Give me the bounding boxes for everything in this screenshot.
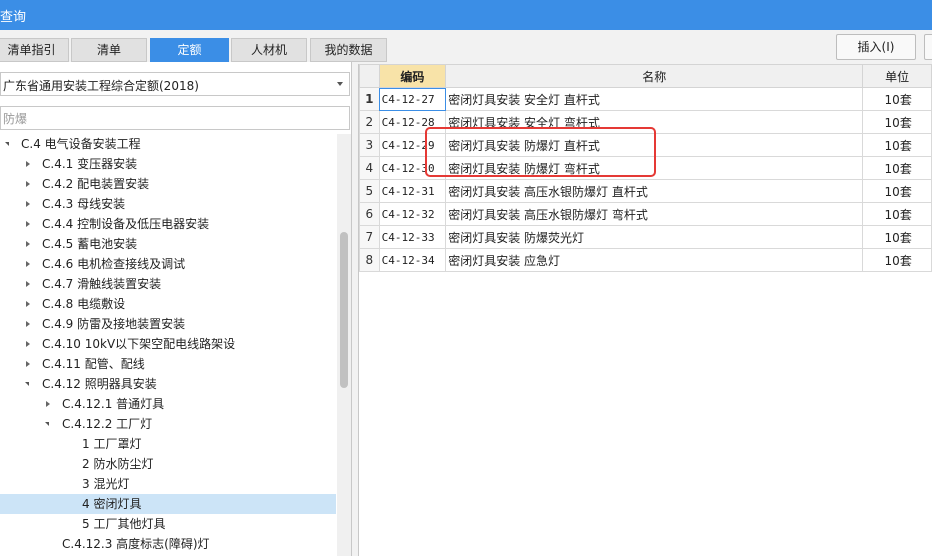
expand-icon[interactable] <box>26 201 30 207</box>
tree-node[interactable]: C.4.3 母线安装 <box>0 194 336 214</box>
table-row[interactable]: 7 C4-12-33 密闭灯具安装 防爆荧光灯 10套 <box>359 225 932 249</box>
unit-cell[interactable]: 10套 <box>862 87 932 111</box>
tab-bill[interactable]: 清单 <box>71 38 147 62</box>
unit-cell[interactable]: 10套 <box>862 156 932 180</box>
name-cell[interactable]: 密闭灯具安装 应急灯 <box>445 248 864 272</box>
collapse-icon[interactable] <box>5 142 9 146</box>
left-panel: 广东省通用安装工程综合定额(2018) C.4 电气设备安装工程 C.4.1 变… <box>0 62 352 556</box>
tree-node[interactable]: C.4.1 变压器安装 <box>0 154 336 174</box>
code-cell[interactable]: C4-12-34 <box>378 248 447 272</box>
tab-bill-guide[interactable]: 清单指引 <box>0 38 69 62</box>
quota-library-value: 广东省通用安装工程综合定额(2018) <box>3 79 199 93</box>
row-number: 7 <box>359 225 380 249</box>
tree-node[interactable]: C.4 电气设备安装工程 <box>0 134 336 154</box>
expand-icon[interactable] <box>26 321 30 327</box>
row-number: 8 <box>359 248 380 272</box>
tree-node[interactable]: C.4.8 电缆敷设 <box>0 294 336 314</box>
unit-cell[interactable]: 10套 <box>862 110 932 134</box>
unit-column-header[interactable]: 单位 <box>862 64 932 88</box>
tree-node-selected[interactable]: 4 密闭灯具 <box>0 494 336 514</box>
name-cell[interactable]: 密闭灯具安装 高压水银防爆灯 弯杆式 <box>445 202 864 226</box>
tree-node[interactable]: C.4.12.1 普通灯具 <box>0 394 336 414</box>
expand-icon[interactable] <box>26 281 30 287</box>
expand-icon[interactable] <box>26 221 30 227</box>
unit-cell[interactable]: 10套 <box>862 133 932 157</box>
chapter-tree: C.4 电气设备安装工程 C.4.1 变压器安装 C.4.2 配电装置安装 C.… <box>0 134 336 556</box>
tree-node[interactable]: 2 防水防尘灯 <box>0 454 336 474</box>
expand-icon[interactable] <box>26 241 30 247</box>
tab-quota[interactable]: 定额 <box>150 38 229 62</box>
quota-library-select[interactable]: 广东省通用安装工程综合定额(2018) <box>0 72 350 96</box>
unit-cell[interactable]: 10套 <box>862 179 932 203</box>
toolbar-extra-button[interactable] <box>924 34 932 60</box>
tab-labor-material-machine[interactable]: 人材机 <box>231 38 307 62</box>
tree-node[interactable]: C.4.12.2 工厂灯 <box>0 414 336 434</box>
unit-cell[interactable]: 10套 <box>862 225 932 249</box>
table-row[interactable]: 8 C4-12-34 密闭灯具安装 应急灯 10套 <box>359 248 932 272</box>
title-bar: 查询 <box>0 0 932 30</box>
tree-node[interactable]: C.4.6 电机检查接线及调试 <box>0 254 336 274</box>
tree-node[interactable]: C.4.2 配电装置安装 <box>0 174 336 194</box>
expand-icon[interactable] <box>26 301 30 307</box>
row-number: 5 <box>359 179 380 203</box>
table-header-row: 编码 名称 单位 <box>359 64 932 88</box>
window-title: 查询 <box>0 10 27 25</box>
insert-button[interactable]: 插入(I) <box>836 34 916 60</box>
row-number: 1 <box>359 87 380 111</box>
row-number-header <box>359 64 380 88</box>
chevron-down-icon <box>337 82 343 86</box>
search-input[interactable] <box>0 106 350 130</box>
code-cell[interactable]: C4-12-31 <box>378 179 447 203</box>
name-cell[interactable]: 密闭灯具安装 高压水银防爆灯 直杆式 <box>445 179 864 203</box>
row-number: 4 <box>359 156 380 180</box>
table-row[interactable]: 6 C4-12-32 密闭灯具安装 高压水银防爆灯 弯杆式 10套 <box>359 202 932 226</box>
tree-node[interactable]: C.4.10 10kV以下架空配电线路架设 <box>0 334 336 354</box>
tree-node[interactable]: C.4.12.3 高度标志(障碍)灯 <box>0 534 336 554</box>
tree-node[interactable]: C.4.5 蓄电池安装 <box>0 234 336 254</box>
tree-node[interactable]: C.4.4 控制设备及低压电器安装 <box>0 214 336 234</box>
code-cell[interactable]: C4-12-27 <box>378 87 447 111</box>
name-cell[interactable]: 密闭灯具安装 安全灯 直杆式 <box>445 87 864 111</box>
expand-icon[interactable] <box>26 261 30 267</box>
name-column-header[interactable]: 名称 <box>445 64 864 88</box>
expand-icon[interactable] <box>26 341 30 347</box>
collapse-icon[interactable] <box>25 382 29 386</box>
row-number: 2 <box>359 110 380 134</box>
unit-cell[interactable]: 10套 <box>862 248 932 272</box>
tree-node[interactable]: C.4.11 配管、配线 <box>0 354 336 374</box>
table-row[interactable]: 1 C4-12-27 密闭灯具安装 安全灯 直杆式 10套 <box>359 87 932 111</box>
collapse-icon[interactable] <box>45 422 49 426</box>
tree-node[interactable]: C.4.7 滑触线装置安装 <box>0 274 336 294</box>
row-number: 6 <box>359 202 380 226</box>
expand-icon[interactable] <box>26 161 30 167</box>
annotation-highlight-box <box>425 127 656 177</box>
row-number: 3 <box>359 133 380 157</box>
tree-node[interactable]: 5 工厂其他灯具 <box>0 514 336 534</box>
tree-node[interactable]: C.4.12 照明器具安装 <box>0 374 336 394</box>
tree-node[interactable]: 3 混光灯 <box>0 474 336 494</box>
scrollbar-thumb[interactable] <box>340 232 348 388</box>
unit-cell[interactable]: 10套 <box>862 202 932 226</box>
tab-my-data[interactable]: 我的数据 <box>310 38 387 62</box>
tree-node[interactable]: C.4.9 防雷及接地装置安装 <box>0 314 336 334</box>
tree-node[interactable]: 1 工厂罩灯 <box>0 434 336 454</box>
code-column-header[interactable]: 编码 <box>378 64 447 88</box>
expand-icon[interactable] <box>46 401 50 407</box>
table-row[interactable]: 5 C4-12-31 密闭灯具安装 高压水银防爆灯 直杆式 10套 <box>359 179 932 203</box>
expand-icon[interactable] <box>26 361 30 367</box>
code-cell[interactable]: C4-12-32 <box>378 202 447 226</box>
code-cell[interactable]: C4-12-33 <box>378 225 447 249</box>
tree-scrollbar[interactable] <box>337 134 351 556</box>
name-cell[interactable]: 密闭灯具安装 防爆荧光灯 <box>445 225 864 249</box>
expand-icon[interactable] <box>26 181 30 187</box>
